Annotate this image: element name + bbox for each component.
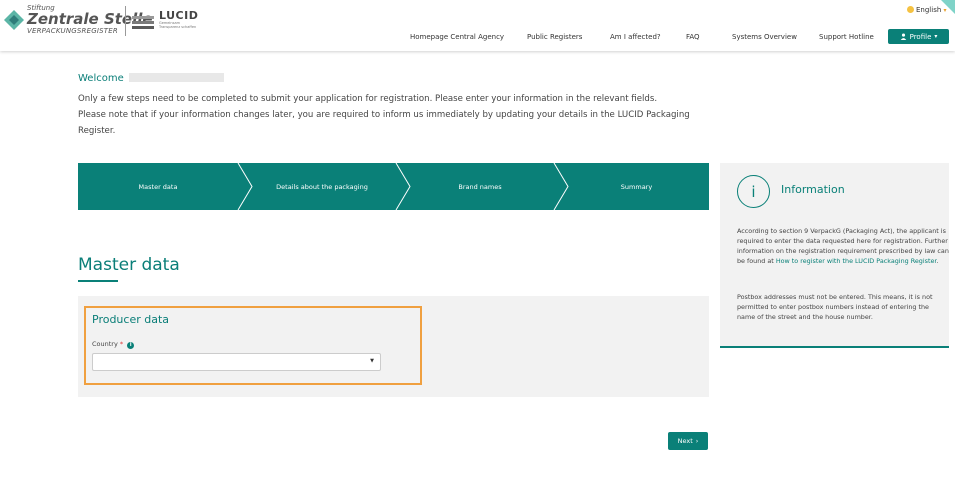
welcome-heading: Welcome — [78, 73, 224, 84]
user-icon — [900, 33, 906, 40]
redacted-user-name — [128, 73, 224, 82]
intro-line-2: Please note that if your information cha… — [78, 110, 690, 136]
registration-help-link[interactable]: How to register with the LUCID Packaging… — [776, 257, 937, 265]
profile-label: Profile — [909, 32, 932, 41]
intro-line-1: Only a few steps need to be completed to… — [78, 94, 658, 104]
intro-text: Only a few steps need to be completed to… — [78, 91, 718, 139]
info-paragraph-1: According to section 9 VerpackG (Packagi… — [737, 226, 949, 266]
next-button[interactable]: Next › — [668, 432, 708, 450]
logo-divider — [125, 6, 126, 36]
producer-data-title: Producer data — [92, 313, 170, 326]
nav-systems-overview[interactable]: Systems Overview — [732, 33, 797, 41]
nav-public-registers[interactable]: Public Registers — [527, 33, 582, 41]
info-paragraph-2: Postbox addresses must not be entered. T… — [737, 293, 933, 321]
nav-am-i-affected[interactable]: Am I affected? — [610, 33, 661, 41]
info-icon: i — [737, 175, 770, 208]
info-title: Information — [781, 183, 845, 196]
step-brand-names[interactable]: Brand names — [406, 163, 554, 210]
language-flag-icon — [907, 6, 914, 13]
country-select[interactable]: ▼ — [92, 353, 381, 371]
country-label-text: Country — [92, 340, 118, 348]
section-underline — [78, 280, 118, 282]
step-label: Details about the packaging — [276, 182, 368, 191]
step-label: Summary — [620, 182, 653, 191]
nav-homepage-central-agency[interactable]: Homepage Central Agency — [410, 33, 504, 41]
step-details-packaging[interactable]: Details about the packaging — [248, 163, 396, 210]
top-header: Stiftung Zentrale Stelle VERPACKUNGSREGI… — [0, 0, 955, 51]
step-label: Brand names — [458, 182, 502, 191]
info-paragraph-1-end: . — [936, 257, 939, 265]
lucid-logo: LUCID Gemeinsam Transparenz schaffen — [159, 10, 198, 29]
nav-support-hotline[interactable]: Support Hotline — [819, 33, 874, 41]
profile-button[interactable]: Profile ▾ — [888, 29, 949, 44]
nav-faq[interactable]: FAQ — [686, 33, 700, 41]
lucid-logo-icon — [132, 16, 154, 29]
step-label: Master data — [138, 182, 178, 191]
info-icon[interactable]: i — [127, 342, 135, 349]
language-label: English — [916, 6, 942, 14]
chevron-down-icon: ▼ — [370, 358, 374, 364]
step-summary[interactable]: Summary — [564, 163, 709, 210]
country-label: Country * i — [92, 340, 135, 349]
corner-decoration — [941, 0, 955, 14]
lucid-tagline-2: Transparenz schaffen — [159, 25, 197, 29]
chevron-right-icon: › — [695, 437, 699, 445]
information-panel: i Information According to section 9 Ver… — [720, 163, 949, 348]
next-label: Next — [677, 437, 693, 445]
welcome-text: Welcome — [78, 73, 124, 84]
required-marker: * — [119, 340, 124, 348]
step-master-data[interactable]: Master data — [78, 163, 238, 210]
section-title: Master data — [78, 255, 180, 275]
zentrale-stelle-logo-icon[interactable] — [2, 6, 26, 36]
registration-stepper: Master data Details about the packaging … — [78, 163, 709, 210]
chevron-down-icon: ▾ — [934, 33, 938, 40]
lucid-name: LUCID — [159, 9, 199, 22]
